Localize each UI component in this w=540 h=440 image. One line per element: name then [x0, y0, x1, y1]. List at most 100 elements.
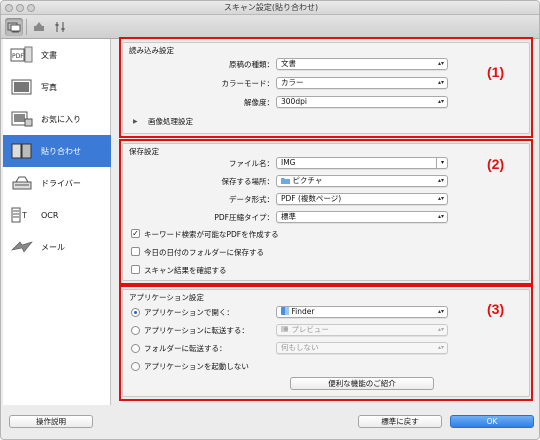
- instructions-button[interactable]: 操作説明: [9, 415, 93, 428]
- searchable-pdf-label: キーワード検索が可能なPDFを作成する: [144, 230, 279, 239]
- send-to-folder-label: フォルダーに転送する：: [144, 344, 227, 353]
- ok-button[interactable]: OK: [450, 415, 534, 428]
- check-results-checkbox[interactable]: [131, 265, 140, 274]
- select-arrows-icon: ▴▾: [437, 60, 444, 67]
- save-in-select[interactable]: ピクチャ ▴▾: [276, 175, 448, 187]
- window-title: スキャン設定(貼り合わせ): [223, 3, 319, 12]
- pdf-compression-value: 標準: [281, 212, 296, 221]
- scan-settings-window: スキャン設定(貼り合わせ) PDF 文書 写真 お気に入り 貼り合わせ ドライバ…: [0, 0, 540, 440]
- scan-from-computer-tab[interactable]: [5, 18, 23, 36]
- scan-from-panel-icon: [34, 22, 44, 31]
- source-type-select[interactable]: 文書 ▴▾: [276, 58, 448, 70]
- color-mode-value: カラー: [281, 78, 304, 87]
- pdf-compression-label: PDF圧縮タイプ：: [214, 213, 274, 222]
- finder-icon: [281, 307, 289, 315]
- preview-icon: [281, 326, 288, 332]
- driver-icon: [9, 173, 35, 193]
- section-number-3: (3): [487, 301, 505, 317]
- more-functions-button[interactable]: 便利な機能のご紹介: [290, 377, 434, 390]
- general-settings-icon: [55, 22, 65, 32]
- folder-icon: [281, 178, 290, 184]
- do-not-start-label: アプリケーションを起動しない: [144, 362, 249, 371]
- file-name-label: ファイル名：: [229, 159, 274, 168]
- sidebar-item-favorite[interactable]: お気に入り: [3, 103, 111, 135]
- sidebar-item-document[interactable]: PDF 文書: [3, 39, 111, 71]
- sidebar-item-driver[interactable]: ドライバー: [3, 167, 111, 199]
- date-folder-label: 今日の日付のフォルダーに保存する: [144, 248, 264, 257]
- svg-text:PDF: PDF: [12, 53, 24, 60]
- select-arrows-icon: ▴▾: [437, 177, 444, 184]
- open-with-select[interactable]: Finder ▴▾: [276, 306, 448, 318]
- app-settings-title: アプリケーション設定: [129, 293, 204, 302]
- source-type-value: 文書: [281, 59, 296, 68]
- stitch-icon: [9, 141, 35, 161]
- ocr-icon: T: [9, 205, 35, 225]
- open-with-label: アプリケーションで開く：: [144, 308, 234, 317]
- defaults-button[interactable]: 標準に戻す: [358, 415, 442, 428]
- select-arrows-icon: ▴▾: [437, 308, 444, 315]
- check-results-label: スキャン結果を確認する: [144, 266, 227, 275]
- source-type-label: 原稿の種類：: [229, 60, 274, 69]
- select-arrows-icon: ▴▾: [437, 213, 444, 220]
- general-settings-tab[interactable]: [51, 18, 69, 36]
- sidebar-item-label: OCR: [41, 210, 59, 220]
- searchable-pdf-checkbox[interactable]: ✓: [131, 229, 140, 238]
- send-to-app-label: アプリケーションに転送する：: [144, 326, 249, 335]
- image-processing-toggle[interactable]: 画像処理設定: [148, 116, 193, 127]
- save-in-label: 保存する場所：: [221, 177, 275, 186]
- zoom-window-icon[interactable]: [27, 4, 35, 12]
- select-arrows-icon: ▴▾: [437, 344, 444, 351]
- document-icon: PDF: [9, 45, 35, 65]
- file-name-value: IMG: [281, 158, 296, 167]
- svg-text:T: T: [21, 211, 27, 220]
- sidebar-item-email[interactable]: メール: [3, 231, 111, 263]
- sidebar-item-ocr[interactable]: T OCR: [3, 199, 111, 231]
- close-window-icon[interactable]: [5, 4, 13, 12]
- scan-type-sidebar: PDF 文書 写真 お気に入り 貼り合わせ ドライバー T OCR メール: [3, 39, 111, 405]
- save-settings-title: 保存設定: [129, 147, 159, 156]
- sidebar-item-label: 文書: [41, 50, 57, 60]
- sidebar-item-label: メール: [41, 242, 65, 252]
- color-mode-label: カラーモード：: [221, 79, 275, 88]
- scan-from-computer-icon: [7, 22, 21, 33]
- title-bar: スキャン設定(貼り合わせ): [1, 1, 539, 15]
- section-number-1: (1): [487, 64, 505, 80]
- sidebar-item-photo[interactable]: 写真: [3, 71, 111, 103]
- do-not-start-radio[interactable]: [131, 362, 140, 371]
- resolution-label: 解像度：: [244, 98, 274, 107]
- section-number-2: (2): [487, 156, 505, 172]
- scan-from-panel-tab[interactable]: [30, 18, 48, 36]
- scan-options-panel: 読み込み設定 原稿の種類： 文書 ▴▾ カラーモード： カラー ▴▾ 解像度： …: [122, 42, 530, 134]
- date-folder-checkbox[interactable]: [131, 247, 140, 256]
- color-mode-select[interactable]: カラー ▴▾: [276, 77, 448, 89]
- file-name-combo[interactable]: IMG ▾: [276, 157, 448, 169]
- resolution-select[interactable]: 300dpi ▴▾: [276, 96, 448, 108]
- app-settings-panel: アプリケーション設定 アプリケーションで開く： Finder ▴▾ アプリケーシ…: [122, 289, 530, 397]
- favorite-icon: [9, 109, 35, 129]
- photo-icon: [9, 77, 35, 97]
- send-to-app-select[interactable]: プレビュー ▴▾: [276, 324, 448, 336]
- sidebar-item-label: 写真: [41, 82, 57, 92]
- select-arrows-icon: ▴▾: [437, 98, 444, 105]
- select-arrows-icon: ▴▾: [437, 79, 444, 86]
- send-to-folder-value: 何もしない: [281, 343, 319, 352]
- select-arrows-icon: ▴▾: [437, 326, 444, 333]
- send-to-app-radio[interactable]: [131, 326, 140, 335]
- send-to-folder-radio[interactable]: [131, 344, 140, 353]
- send-to-folder-select[interactable]: 何もしない ▴▾: [276, 342, 448, 354]
- combo-dropdown-icon[interactable]: ▾: [436, 157, 448, 169]
- resolution-value: 300dpi: [281, 97, 307, 106]
- data-format-label: データ形式：: [229, 195, 274, 204]
- minimize-window-icon[interactable]: [16, 4, 24, 12]
- sidebar-item-stitch[interactable]: 貼り合わせ: [3, 135, 111, 167]
- data-format-select[interactable]: PDF (複数ページ) ▴▾: [276, 193, 448, 205]
- save-settings-panel: 保存設定 ファイル名： IMG ▾ 保存する場所： ピクチャ ▴▾ データ形式：…: [122, 143, 530, 281]
- open-with-radio[interactable]: [131, 308, 140, 317]
- data-format-value: PDF (複数ページ): [281, 194, 342, 203]
- sidebar-item-label: お気に入り: [41, 114, 81, 124]
- pdf-compression-select[interactable]: 標準 ▴▾: [276, 211, 448, 223]
- select-arrows-icon: ▴▾: [437, 195, 444, 202]
- disclosure-triangle-icon[interactable]: ▶: [133, 118, 138, 125]
- scan-options-title: 読み込み設定: [129, 46, 174, 55]
- open-with-value: Finder: [291, 307, 315, 316]
